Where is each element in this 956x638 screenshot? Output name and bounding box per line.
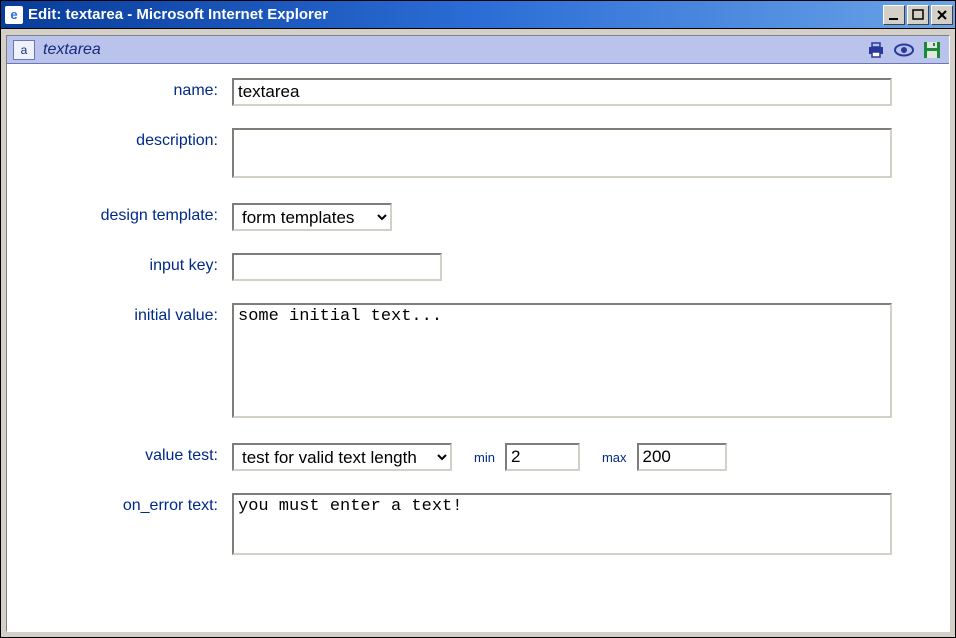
save-button[interactable] xyxy=(921,40,943,60)
form-toolbar-icons xyxy=(865,40,943,60)
minimize-icon xyxy=(888,9,900,21)
initial-value-textarea[interactable] xyxy=(232,303,892,418)
maximize-button[interactable] xyxy=(907,5,929,25)
value-test-select[interactable]: test for valid text length xyxy=(232,443,452,471)
description-textarea[interactable] xyxy=(232,128,892,178)
ie-icon: e xyxy=(5,6,23,24)
label-initial-value: initial value: xyxy=(17,303,232,325)
label-value-test: value test: xyxy=(17,443,232,465)
print-button[interactable] xyxy=(865,40,887,60)
on-error-textarea[interactable] xyxy=(232,493,892,555)
print-icon xyxy=(866,41,886,59)
content-frame: a textarea xyxy=(6,35,950,632)
window-titlebar: e Edit: textarea - Microsoft Internet Ex… xyxy=(1,1,955,29)
value-test-row: test for valid text length min max xyxy=(232,443,923,471)
window-controls xyxy=(883,5,953,25)
textfield-icon: a xyxy=(13,40,35,60)
label-on-error: on_error text: xyxy=(17,493,232,515)
name-input[interactable] xyxy=(232,78,892,106)
design-template-select[interactable]: form templates xyxy=(232,203,392,231)
form-header: a textarea xyxy=(7,36,949,64)
label-name: name: xyxy=(17,78,232,100)
form-body: name: description: design template: form… xyxy=(7,64,949,594)
preview-button[interactable] xyxy=(893,40,915,60)
close-button[interactable] xyxy=(931,5,953,25)
label-input-key: input key: xyxy=(17,253,232,275)
input-key-input[interactable] xyxy=(232,253,442,281)
eye-icon xyxy=(893,42,915,58)
label-description: description: xyxy=(17,128,232,150)
minimize-button[interactable] xyxy=(883,5,905,25)
close-icon xyxy=(936,9,948,21)
min-input[interactable] xyxy=(505,443,580,471)
label-design-template: design template: xyxy=(17,203,232,225)
maximize-icon xyxy=(912,9,924,21)
browser-window: e Edit: textarea - Microsoft Internet Ex… xyxy=(0,0,956,638)
max-input[interactable] xyxy=(637,443,727,471)
label-min: min xyxy=(474,450,495,465)
form-title: textarea xyxy=(43,41,865,59)
disk-icon xyxy=(923,41,941,59)
label-max: max xyxy=(602,450,627,465)
window-title: Edit: textarea - Microsoft Internet Expl… xyxy=(28,6,883,23)
